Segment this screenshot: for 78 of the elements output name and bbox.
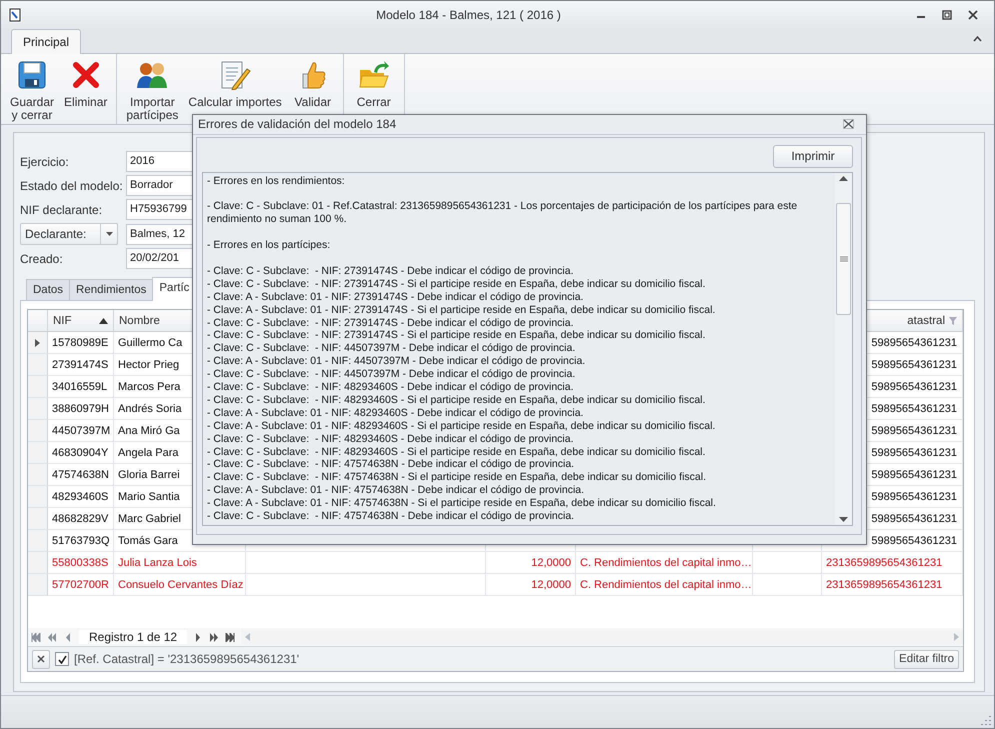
dropdown-arrow-icon (106, 232, 112, 236)
error-line: - Clave: C - Subclave: - NIF: 27391474S - Si el participe reside en España, debe indicar su domicilio fiscal. (207, 278, 706, 291)
table-cell: 55800338S (48, 552, 114, 574)
table-cell: Consuelo Cervantes Díaz (114, 574, 246, 596)
table-cell: 51763793Q (48, 530, 114, 552)
table-cell: Julia Lanza Lois (114, 552, 246, 574)
table-cell: C. Rendimientos del capital inmo… (576, 552, 753, 574)
scroll-down-icon[interactable] (839, 516, 848, 522)
resize-grip-icon (981, 715, 991, 725)
table-cell: 15780989E (48, 332, 114, 354)
grip-icon (840, 256, 848, 262)
error-line: - Clave: A - Subclave: 01 - NIF: 27391474S - Debe indicar el código de provincia. (207, 290, 584, 304)
people-icon (136, 60, 168, 90)
tab[interactable]: Datos (26, 279, 70, 301)
table-cell (753, 574, 822, 596)
error-text-area[interactable] (202, 172, 853, 526)
column-header[interactable]: NIF (48, 310, 114, 332)
ribbon-button[interactable]: Eliminar (61, 58, 110, 124)
ribbon-button[interactable]: Guardar y cerrar (7, 58, 58, 124)
error-heading: - Errores en los partícipes: (207, 239, 332, 252)
declarant-dropdown[interactable]: Declarante: (20, 223, 118, 245)
close-icon[interactable] (843, 119, 854, 130)
filter-icon[interactable] (949, 316, 957, 324)
first-record-icon[interactable] (31, 632, 41, 642)
table-cell: 47574638N (48, 464, 114, 486)
filter-expression: [Ref. Catastral] = '2313659895654361231' (74, 652, 300, 666)
cross-icon (70, 60, 101, 90)
error-line: - Clave: C - Subclave: - NIF: 27391474S - Debe indicar el código de provincia. (207, 264, 575, 278)
error-heading: - Errores en los rendimientos: (207, 174, 346, 188)
horizontal-scrollbar[interactable] (241, 629, 963, 645)
table-cell: 12,0000 (486, 552, 576, 574)
tab[interactable]: Rendimientos (69, 279, 154, 301)
dialog-title: Errores de validación del modelo 184 (198, 117, 396, 132)
field-label: Creado: (20, 252, 64, 266)
next-page-icon[interactable] (209, 632, 220, 642)
window-title: Modelo 184 - Balmes, 121 ( 2016 ) (375, 8, 562, 22)
table-cell: 44507397M (48, 420, 114, 442)
close-icon (37, 655, 45, 663)
folder-arrow-icon (358, 60, 390, 90)
error-line: - Clave: C - Subclave: 01 - Ref.Catastral: 2313659895654361231 - Los porcentajes de participación de los partícipes para este rendimiento no suman 100 %. (207, 200, 798, 226)
collapse-chevron-icon[interactable] (973, 35, 982, 42)
print-button[interactable]: Imprimir (773, 144, 853, 168)
scroll-left-icon[interactable] (245, 633, 250, 641)
previous-page-icon[interactable] (47, 632, 57, 642)
field-label: NIF declarante: (20, 202, 104, 216)
table-cell: 27391474S (48, 354, 114, 376)
document-pencil-icon (219, 60, 252, 90)
table-cell: 38860979H (48, 398, 114, 420)
scroll-right-icon[interactable] (954, 633, 959, 641)
ribbon-button[interactable]: Importar partícipes (123, 58, 182, 124)
scroll-up-icon[interactable] (839, 176, 848, 181)
table-cell (753, 552, 822, 574)
edit-filter-button[interactable]: Editar filtro (894, 650, 959, 668)
scroll-thumb[interactable] (836, 202, 851, 315)
field-label: Ejercicio: (20, 154, 70, 168)
previous-record-icon[interactable] (63, 632, 73, 642)
table-cell: 12,0000 (486, 574, 576, 596)
maximize-icon[interactable] (942, 10, 952, 20)
row-indicator[interactable] (28, 332, 48, 354)
table-cell: 48682829V (48, 508, 114, 530)
table-cell: 48293460S (48, 486, 114, 508)
record-counter: Registro 1 de 12 (79, 630, 188, 644)
ribbon-tab[interactable]: Principal (11, 29, 82, 54)
table-cell: 2313659895654361231 (822, 552, 963, 574)
document-icon (9, 8, 21, 22)
table-cell: 34016559L (48, 376, 114, 398)
header-corner (28, 310, 48, 332)
close-icon[interactable] (968, 10, 978, 20)
check-icon (58, 654, 66, 664)
filter-checkbox[interactable] (55, 652, 69, 666)
table-cell: 57702700R (48, 574, 114, 596)
field-label: Estado del modelo: (20, 178, 124, 192)
table-cell: C. Rendimientos del capital inmo… (576, 574, 753, 596)
table-cell: 46830904Y (48, 442, 114, 464)
clear-filter-button[interactable] (32, 650, 50, 668)
last-record-icon[interactable] (225, 632, 236, 642)
table-cell: 2313659895654361231 (822, 574, 963, 596)
vertical-scrollbar[interactable] (835, 172, 852, 525)
